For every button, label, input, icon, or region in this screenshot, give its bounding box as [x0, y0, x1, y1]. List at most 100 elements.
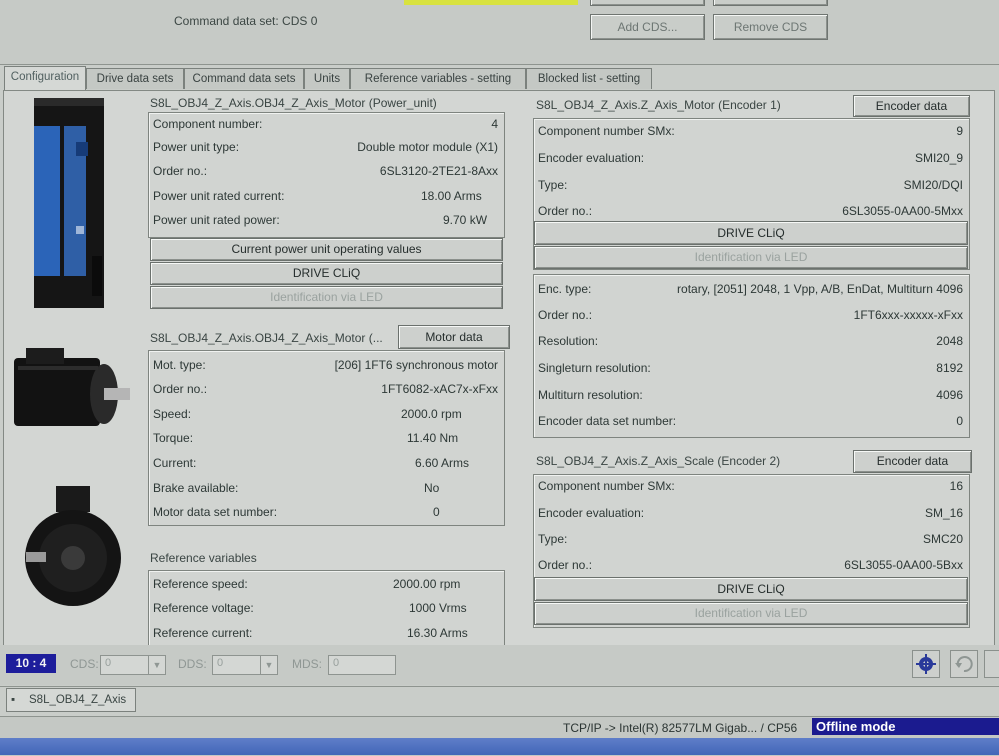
- mds-select[interactable]: 0: [328, 655, 396, 675]
- tab-reference-variables-setting[interactable]: Reference variables - setting: [350, 68, 526, 89]
- row-label: Motor data set number:: [153, 505, 278, 519]
- row-label: Reference voltage:: [153, 601, 254, 615]
- dds-label: DDS:: [178, 657, 207, 671]
- toolbar-button-partial[interactable]: [984, 650, 999, 678]
- encoder1-data-button[interactable]: Encoder data: [853, 95, 970, 117]
- tab-configuration[interactable]: Configuration: [4, 66, 86, 90]
- remove-cds-button[interactable]: Remove CDS: [713, 14, 828, 40]
- power-unit-box: Component number: 4 Power unit type: Doubl…: [148, 112, 505, 238]
- row-label: Power unit rated current:: [153, 189, 285, 203]
- encoder1-detail-row: Resolution: 2048: [538, 330, 963, 352]
- row-value: 6.60 Arms: [415, 456, 470, 470]
- refresh-button[interactable]: [950, 650, 978, 678]
- row-label: Resolution:: [538, 334, 599, 348]
- offline-mode-indicator: Offline mode: [812, 718, 999, 735]
- power-unit-row: Order no.: 6SL3120-2TE21-8Axx: [153, 160, 498, 182]
- motor-row: Order no.: 1FT6082-xAC7x-xFxx: [153, 378, 498, 400]
- encoder2-title: S8L_OBJ4_Z_Axis.Z_Axis_Scale (Encoder 2): [536, 454, 781, 468]
- encoder1-row: Type: SMI20/DQI: [538, 174, 963, 196]
- identification-via-led-button[interactable]: Identification via LED: [150, 286, 503, 309]
- motor-row: Current: 6.60 Arms: [153, 452, 498, 474]
- row-value: 6SL3055-0AA00-5Bxx: [844, 558, 963, 572]
- add-cds-button[interactable]: Add CDS...: [590, 14, 705, 40]
- encoder2-row: Component number SMx: 16: [538, 475, 963, 497]
- encoder1-drive-cliq-button[interactable]: DRIVE CLiQ: [534, 221, 968, 245]
- chevron-down-icon[interactable]: ▼: [148, 656, 165, 674]
- row-label: Multiturn resolution:: [538, 388, 643, 402]
- cds-value: 0: [105, 657, 112, 669]
- row-label: Component number:: [153, 117, 263, 131]
- row-value: 16.30 Arms: [407, 626, 468, 640]
- taskbar: [0, 738, 999, 755]
- drive-cliq-button[interactable]: DRIVE CLiQ: [150, 262, 503, 285]
- tab-blocked-list-setting[interactable]: Blocked list - setting: [526, 68, 652, 89]
- row-label: Encoder evaluation:: [538, 151, 645, 165]
- row-label: Reference speed:: [153, 577, 248, 591]
- row-value: 9.70 kW: [443, 213, 488, 227]
- power-unit-row: Power unit rated current: 18.00 Arms: [153, 185, 498, 207]
- row-value: 6SL3120-2TE21-8Axx: [379, 164, 498, 178]
- row-label: Enc. type:: [538, 282, 592, 296]
- cds-label: CDS:: [70, 657, 99, 671]
- row-label: Brake available:: [153, 481, 239, 495]
- motor-row: Speed: 2000.0 rpm: [153, 403, 498, 425]
- reference-variables-title: Reference variables: [150, 551, 257, 565]
- row-label: Singleturn resolution:: [538, 361, 651, 375]
- chevron-down-icon[interactable]: ▼: [260, 656, 277, 674]
- encoder-image: [25, 486, 121, 606]
- row-value: 16: [949, 479, 963, 493]
- reference-row: Reference speed: 2000.00 rpm: [153, 573, 498, 595]
- row-value: 0: [433, 505, 440, 519]
- top-button-partial-2[interactable]: [713, 0, 828, 6]
- row-value: SMC20: [922, 532, 963, 546]
- connection-status: TCP/IP -> Intel(R) 82577LM Gigab... / CP…: [563, 721, 798, 735]
- top-button-partial-1[interactable]: [590, 0, 705, 6]
- encoder1-identification-via-led-button[interactable]: Identification via LED: [534, 246, 968, 269]
- power-unit-row: Power unit rated power: 9.70 kW: [153, 209, 498, 231]
- tab-drive-data-sets[interactable]: Drive data sets: [86, 68, 184, 89]
- encoder2-row: Order no.: 6SL3055-0AA00-5Bxx: [538, 554, 963, 576]
- row-value: 2000.00 rpm: [393, 577, 461, 591]
- row-label: Type:: [538, 532, 568, 546]
- row-value: Double motor module (X1): [357, 140, 498, 154]
- encoder1-row: Encoder evaluation: SMI20_9: [538, 147, 963, 169]
- encoder2-row: Type: SMC20: [538, 528, 963, 550]
- row-label: Order no.:: [153, 164, 208, 178]
- encoder1-detail-row: Singleturn resolution: 8192: [538, 357, 963, 379]
- tab-units[interactable]: Units: [304, 68, 350, 89]
- settings-button[interactable]: [912, 650, 940, 678]
- encoder2-drive-cliq-button[interactable]: DRIVE CLiQ: [534, 577, 968, 601]
- document-tab-bar: [0, 686, 999, 717]
- row-value: SMI20/DQI: [903, 178, 963, 192]
- row-label: Encoder evaluation:: [538, 506, 645, 520]
- row-label: Reference current:: [153, 626, 253, 640]
- encoder1-detail-row: Enc. type: rotary, [2051] 2048, 1 Vpp, A/…: [538, 278, 963, 300]
- row-value: 1FT6082-xAC7x-xFxx: [381, 382, 498, 396]
- cds-select[interactable]: 0 ▼: [100, 655, 166, 675]
- dds-select[interactable]: 0 ▼: [212, 655, 278, 675]
- highlight-strip: [404, 0, 578, 5]
- motor-data-button[interactable]: Motor data: [398, 325, 510, 349]
- document-icon: ▪: [11, 694, 16, 706]
- row-value: SMI20_9: [914, 151, 963, 165]
- encoder1-row: Component number SMx: 9: [538, 120, 963, 142]
- row-value: 4: [491, 117, 498, 131]
- tab-command-data-sets[interactable]: Command data sets: [184, 68, 304, 89]
- tab-bar: Configuration Drive data sets Command da…: [0, 66, 999, 90]
- encoder2-data-button[interactable]: Encoder data: [853, 450, 972, 473]
- mds-label: MDS:: [292, 657, 322, 671]
- encoder2-identification-via-led-button[interactable]: Identification via LED: [534, 602, 968, 625]
- row-value: 9: [956, 124, 963, 138]
- top-toolbar: [0, 0, 999, 65]
- current-power-unit-operating-values-button[interactable]: Current power unit operating values: [150, 238, 503, 261]
- row-label: Order no.:: [538, 204, 593, 218]
- row-label: Order no.:: [538, 558, 593, 572]
- row-label: Order no.:: [153, 382, 208, 396]
- power-unit-row: Component number: 4: [153, 113, 498, 135]
- reference-row: Reference current: 16.30 Arms: [153, 622, 498, 644]
- document-tab[interactable]: ▪ S8L_OBJ4_Z_Axis: [6, 688, 136, 712]
- motor-row: Brake available: No: [153, 477, 498, 499]
- document-tab-label: S8L_OBJ4_Z_Axis: [29, 694, 127, 706]
- encoder1-detail-row: Multiturn resolution: 4096: [538, 384, 963, 406]
- row-value: 0: [956, 414, 963, 428]
